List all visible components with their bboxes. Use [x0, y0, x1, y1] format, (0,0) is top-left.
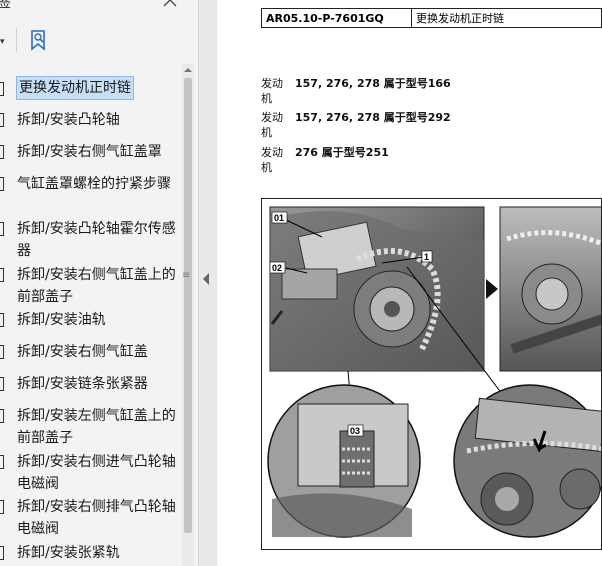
bookmark-icon [0, 82, 4, 96]
document-code: AR05.10-P-7601GQ [261, 8, 412, 28]
bookmark-icon [0, 268, 4, 282]
scroll-up-icon[interactable] [182, 64, 194, 76]
bookmark-icon [0, 145, 4, 159]
bookmark-label: 拆卸/安装凸轮轴 [17, 112, 120, 128]
bookmark-label: 拆卸/安装右侧气缸盖罩 [17, 144, 162, 160]
resize-grip-icon[interactable]: ≡ [182, 270, 190, 281]
applicability-label: 发动机 [261, 111, 283, 139]
bookmark-label: 拆卸/安装链条张紧器 [17, 376, 148, 392]
document-title: 更换发动机正时链 [411, 8, 602, 28]
bookmark-scrollbar[interactable] [182, 64, 194, 566]
bookmark-label: 气缸盖罩螺栓的拧紧步骤 [17, 176, 171, 192]
bookmark-icon [0, 177, 4, 191]
bookmark-label: 拆卸/安装右侧气缸盖上的前部盖子 [17, 267, 176, 305]
bookmark-icon [0, 546, 4, 560]
bookmark-icon [0, 113, 4, 127]
bookmark-label: 更换发动机正时链 [16, 76, 134, 100]
bookmark-search-icon[interactable] [28, 28, 52, 52]
bookmark-icon [0, 500, 4, 514]
applicability-label: 发动机 [261, 146, 283, 174]
bookmark-label: 拆卸/安装右侧进气凸轮轴电磁阀 [17, 454, 176, 492]
bookmark-icon [0, 377, 4, 391]
bookmark-icon [0, 345, 4, 359]
bookmark-list: 更换发动机正时链 拆卸/安装凸轮轴 拆卸/安装右侧气缸盖罩 气缸盖罩螺栓的拧紧步… [0, 72, 180, 566]
repair-figure: 01 02 1 03 [261, 198, 602, 550]
panel-title: 签 [0, 0, 12, 11]
arrow-right-icon [486, 279, 498, 299]
bookmark-label: 拆卸/安装张紧轨 [17, 545, 120, 561]
dropdown-arrow-icon[interactable]: ▾ [0, 37, 5, 47]
document-header-table: AR05.10-P-7601GQ 更换发动机正时链 [261, 8, 602, 28]
bookmark-label: 拆卸/安装右侧气缸盖 [17, 344, 148, 360]
bookmarks-toolbar: 签 ▾ [0, 0, 198, 64]
bookmark-label: 拆卸/安装凸轮轴霍尔传感器 [17, 221, 176, 259]
figure-illustration: 01 02 1 03 [267, 206, 601, 538]
applicability-value: 157, 276, 278 属于型号166 [295, 77, 451, 90]
applicability-value: 157, 276, 278 属于型号292 [295, 111, 451, 124]
collapse-panel-icon[interactable] [203, 273, 209, 285]
bookmark-label: 拆卸/安装右侧排气凸轮轴电磁阀 [17, 499, 176, 537]
callout-03: 03 [350, 426, 360, 436]
bookmark-label: 拆卸/安装左侧气缸盖上的前部盖子 [17, 408, 176, 446]
bookmarks-panel: 签 ▾ 更换发动机正时链 拆卸/安装凸轮轴 拆卸/安装右侧气缸盖罩 气缸盖罩螺栓… [0, 0, 199, 566]
toolbar-divider [16, 28, 17, 52]
bookmark-icon [0, 409, 4, 423]
bookmark-icon [0, 313, 4, 327]
bookmark-icon [0, 222, 4, 236]
close-icon[interactable] [160, 0, 180, 12]
bookmark-icon [0, 455, 4, 469]
applicability-label: 发动机 [261, 77, 283, 105]
callout-1: 1 [424, 252, 429, 262]
callout-01: 01 [274, 213, 284, 223]
callout-02: 02 [272, 263, 282, 273]
bookmark-label: 拆卸/安装油轨 [17, 312, 106, 328]
applicability-value: 276 属于型号251 [295, 146, 389, 159]
scrollbar-thumb[interactable] [184, 78, 192, 533]
